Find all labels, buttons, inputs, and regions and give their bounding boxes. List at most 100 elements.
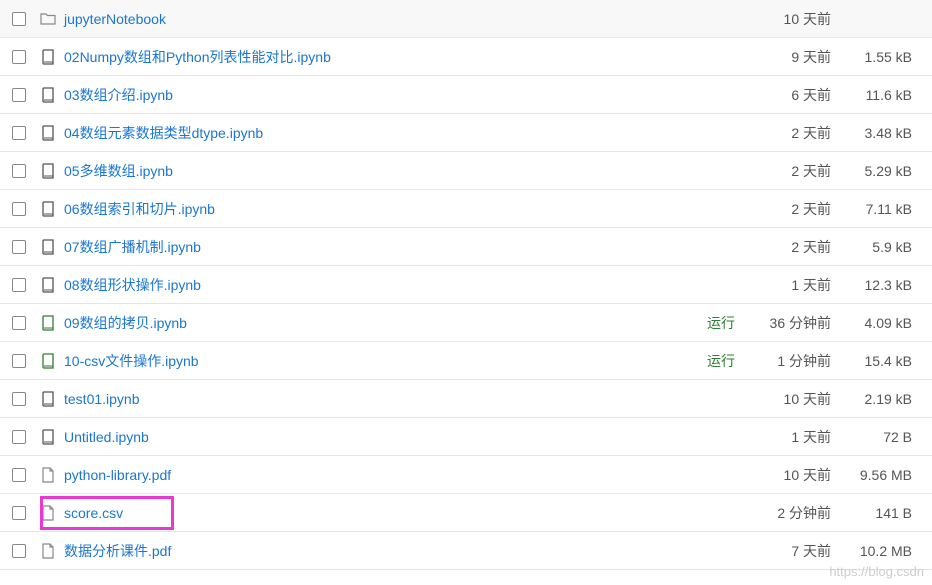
folder-icon [40,11,56,27]
file-icon [40,505,56,521]
file-row[interactable]: 05多维数组.ipynb 2 天前5.29 kB [0,152,932,190]
name-cell: 09数组的拷贝.ipynb [62,313,685,333]
file-link[interactable]: Untitled.ipynb [64,429,149,445]
notebook-icon [40,163,56,179]
file-row[interactable]: 03数组介绍.ipynb 6 天前11.6 kB [0,76,932,114]
modified-cell: 36 分钟前 [735,313,835,333]
modified-cell: 2 天前 [735,161,835,181]
file-link[interactable]: 06数组索引和切片.ipynb [64,201,215,217]
file-link[interactable]: 07数组广播机制.ipynb [64,239,201,255]
row-checkbox[interactable] [12,468,26,482]
icon-cell [40,277,62,293]
file-link[interactable]: 03数组介绍.ipynb [64,87,173,103]
icon-cell [40,49,62,65]
name-cell: 10-csv文件操作.ipynb [62,351,685,371]
file-link[interactable]: python-library.pdf [64,467,171,483]
file-list: jupyterNotebook 10 天前 02Numpy数组和Python列表性能… [0,0,932,570]
modified-cell: 9 天前 [735,47,835,67]
modified-cell: 2 天前 [735,199,835,219]
file-row[interactable]: 07数组广播机制.ipynb2 天前5.9 kB [0,228,932,266]
name-cell: 04数组元素数据类型dtype.ipynb [62,123,685,143]
modified-cell: 10 天前 [735,389,835,409]
notebook-icon [40,49,56,65]
notebook-icon [40,87,56,103]
name-cell: 数据分析课件.pdf [62,541,685,561]
size-cell: 4.09 kB [835,315,920,331]
file-row[interactable]: 09数组的拷贝.ipynb 运行36 分钟前4.09 kB [0,304,932,342]
row-checkbox[interactable] [12,392,26,406]
icon-cell [40,505,62,521]
name-cell: python-library.pdf [62,467,685,483]
notebook-icon [40,429,56,445]
size-cell: 141 B [835,505,920,521]
file-link[interactable]: jupyterNotebook [64,11,166,27]
name-cell: 06数组索引和切片.ipynb [62,199,685,219]
row-checkbox[interactable] [12,88,26,102]
row-checkbox[interactable] [12,544,26,558]
file-row[interactable]: test01.ipynb10 天前2.19 kB [0,380,932,418]
row-checkbox[interactable] [12,50,26,64]
row-checkbox[interactable] [12,126,26,140]
checkbox-cell [12,468,40,482]
row-checkbox[interactable] [12,506,26,520]
file-link[interactable]: 数据分析课件.pdf [64,543,171,559]
icon-cell [40,467,62,483]
file-row[interactable]: 10-csv文件操作.ipynb运行1 分钟前15.4 kB [0,342,932,380]
file-link[interactable]: 10-csv文件操作.ipynb [64,353,199,369]
file-link[interactable]: test01.ipynb [64,391,140,407]
modified-cell: 1 天前 [735,427,835,447]
checkbox-cell [12,316,40,330]
row-checkbox[interactable] [12,164,26,178]
file-row[interactable]: Untitled.ipynb 1 天前72 B [0,418,932,456]
size-cell: 10.2 MB [835,543,920,559]
size-cell: 5.29 kB [835,163,920,179]
name-cell: jupyterNotebook [62,11,685,27]
file-row[interactable]: score.csv2 分钟前141 B [0,494,932,532]
size-cell: 11.6 kB [835,87,920,103]
row-checkbox[interactable] [12,12,26,26]
row-checkbox[interactable] [12,202,26,216]
row-checkbox[interactable] [12,278,26,292]
icon-cell [40,429,62,445]
size-cell: 3.48 kB [835,125,920,141]
icon-cell [40,11,62,27]
file-link[interactable]: 08数组形状操作.ipynb [64,277,201,293]
file-link[interactable]: 05多维数组.ipynb [64,163,173,179]
file-row[interactable]: 04数组元素数据类型dtype.ipynb2 天前3.48 kB [0,114,932,152]
file-link[interactable]: 02Numpy数组和Python列表性能对比.ipynb [64,49,331,65]
file-row[interactable]: 数据分析课件.pdf 7 天前10.2 MB [0,532,932,570]
name-cell: 07数组广播机制.ipynb [62,237,685,257]
row-checkbox[interactable] [12,240,26,254]
checkbox-cell [12,126,40,140]
name-cell: score.csv [62,505,685,521]
file-row[interactable]: 02Numpy数组和Python列表性能对比.ipynb 9 天前1.55 kB [0,38,932,76]
file-link[interactable]: 09数组的拷贝.ipynb [64,315,187,331]
file-row[interactable]: jupyterNotebook 10 天前 [0,0,932,38]
modified-cell: 7 天前 [735,541,835,561]
size-cell: 72 B [835,429,920,445]
file-link[interactable]: score.csv [64,505,123,521]
row-checkbox[interactable] [12,354,26,368]
size-cell: 7.11 kB [835,201,920,217]
name-cell: Untitled.ipynb [62,429,685,445]
file-row[interactable]: 06数组索引和切片.ipynb 2 天前7.11 kB [0,190,932,228]
size-cell: 1.55 kB [835,49,920,65]
modified-cell: 6 天前 [735,85,835,105]
notebook-running-icon [40,353,56,369]
file-row[interactable]: 08数组形状操作.ipynb1 天前12.3 kB [0,266,932,304]
checkbox-cell [12,164,40,178]
running-label: 运行 [707,315,735,331]
notebook-icon [40,201,56,217]
row-checkbox[interactable] [12,430,26,444]
file-icon [40,543,56,559]
icon-cell [40,391,62,407]
icon-cell [40,201,62,217]
file-link[interactable]: 04数组元素数据类型dtype.ipynb [64,125,263,141]
file-row[interactable]: python-library.pdf10 天前9.56 MB [0,456,932,494]
modified-cell: 10 天前 [735,9,835,29]
icon-cell [40,87,62,103]
icon-cell [40,163,62,179]
notebook-icon [40,239,56,255]
checkbox-cell [12,240,40,254]
row-checkbox[interactable] [12,316,26,330]
